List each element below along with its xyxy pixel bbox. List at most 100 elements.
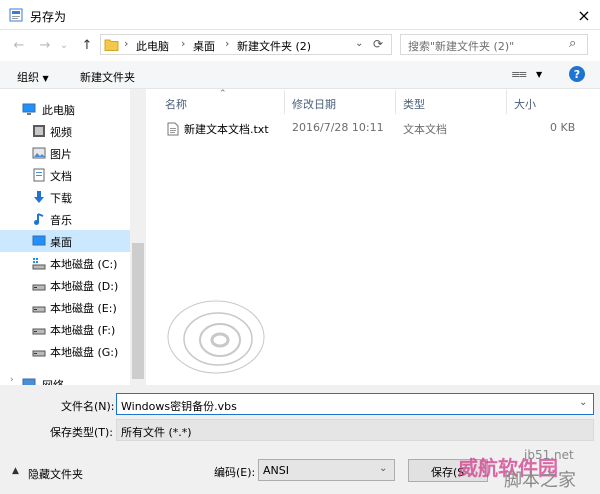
view-dropdown-icon[interactable]: ▼ (536, 70, 542, 79)
close-icon[interactable]: × (577, 6, 590, 25)
address-bar[interactable]: › 此电脑 › 桌面 › 新建文件夹 (2) ⌄ ⟳ (100, 34, 392, 55)
sort-ascending-icon: ⌃ (219, 89, 227, 99)
sidebar-item-label: 本地磁盘 (D:) (50, 280, 119, 293)
sidebar-item-music[interactable]: 音乐 (0, 208, 130, 230)
sidebar-item-desktop[interactable]: 桌面 (0, 230, 130, 252)
back-icon[interactable]: ← (10, 36, 28, 54)
chevron-right-icon[interactable]: › (181, 37, 185, 50)
site-watermark-url: jb51.net (524, 448, 574, 462)
window-title: 另存为 (30, 10, 67, 24)
search-placeholder[interactable]: 搜索"新建文件夹 (2)" (408, 38, 514, 54)
drive-icon (32, 350, 46, 357)
filename-input[interactable]: Windows密钥备份.vbs ⌄ (116, 393, 594, 415)
filetype-value[interactable]: 所有文件 (*.*) (121, 424, 192, 440)
sidebar-item-drive-d[interactable]: 本地磁盘 (D:) (0, 274, 130, 296)
breadcrumb-desktop[interactable]: 桌面 (193, 38, 215, 54)
sidebar-item-pictures[interactable]: 图片 (0, 142, 130, 164)
sidebar-item-documents[interactable]: 文档 (0, 164, 130, 186)
title-bar (0, 0, 600, 30)
sidebar-item-this-pc[interactable]: 此电脑 (0, 98, 130, 120)
column-header-type[interactable]: 类型 (403, 96, 425, 112)
sidebar-item-label: 本地磁盘 (C:) (50, 258, 118, 271)
save-dialog-icon (9, 8, 23, 22)
folder-icon (104, 39, 119, 51)
file-type: 文本文档 (403, 123, 447, 136)
sidebar-item-drive-c[interactable]: 本地磁盘 (C:) (0, 252, 130, 274)
drive-icon (32, 328, 46, 335)
encoding-label: 编码(E): (214, 466, 256, 479)
computer-icon (22, 103, 36, 115)
sidebar-item-label: 网络 (42, 377, 64, 385)
drive-icon (32, 306, 46, 313)
filetype-select[interactable]: 所有文件 (*.*) (116, 419, 594, 441)
column-header-name[interactable]: 名称 (165, 96, 187, 112)
chevron-right-icon[interactable]: › (225, 37, 229, 50)
breadcrumb-this-pc[interactable]: 此电脑 (136, 38, 169, 54)
sidebar-item-drive-g[interactable]: 本地磁盘 (G:) (0, 340, 130, 362)
sidebar-item-label: 下载 (50, 192, 72, 205)
sidebar-item-drive-e[interactable]: 本地磁盘 (E:) (0, 296, 130, 318)
new-folder-button[interactable]: 新建文件夹 (80, 69, 135, 85)
music-icon (34, 213, 44, 225)
file-modified: 2016/7/28 10:11 (292, 121, 384, 134)
sidebar-item-drive-f[interactable]: 本地磁盘 (F:) (0, 318, 130, 340)
help-icon[interactable]: ? (569, 66, 585, 82)
search-box[interactable]: 搜索"新建文件夹 (2)" ⌕ (400, 34, 588, 55)
sidebar-item-label: 本地磁盘 (E:) (50, 302, 117, 315)
column-divider[interactable] (395, 90, 396, 114)
encoding-value[interactable]: ANSI (263, 464, 289, 477)
download-icon (34, 191, 44, 203)
encoding-select[interactable]: ANSI ⌄ (258, 459, 395, 481)
filename-value[interactable]: Windows密钥备份.vbs (121, 398, 237, 414)
sidebar-item-network[interactable]: › 网络 (0, 373, 130, 385)
up-icon[interactable]: ↑ (78, 36, 96, 54)
caret-down-icon[interactable]: ▼ (43, 74, 49, 83)
sidebar-item-downloads[interactable]: 下载 (0, 186, 130, 208)
chevron-down-icon[interactable]: ⌄ (379, 463, 387, 474)
sidebar-item-label: 本地磁盘 (G:) (50, 346, 119, 359)
forward-icon[interactable]: → (36, 36, 54, 54)
filetype-label: 保存类型(T): (50, 426, 114, 439)
system-drive-icon (32, 258, 46, 270)
search-icon[interactable]: ⌕ (569, 36, 576, 51)
swirl-watermark (167, 300, 265, 374)
text-file-icon (167, 122, 179, 136)
breadcrumb-new-folder[interactable]: 新建文件夹 (2) (237, 38, 311, 54)
document-icon (33, 168, 45, 182)
site-watermark-name: 脚本之家 (504, 470, 576, 491)
sidebar-item-videos[interactable]: 视频 (0, 120, 130, 142)
chevron-down-icon[interactable]: ⌄ (579, 397, 587, 408)
filename-label: 文件名(N): (61, 400, 115, 413)
drive-icon (32, 284, 46, 291)
column-divider[interactable] (284, 90, 285, 114)
file-name[interactable]: 新建文本文档.txt (184, 121, 269, 137)
column-header-modified[interactable]: 修改日期 (292, 96, 336, 112)
video-icon (33, 125, 45, 137)
network-icon (22, 378, 36, 385)
sidebar-item-label: 桌面 (50, 236, 72, 249)
file-size: 0 KB (550, 121, 576, 134)
address-dropdown-icon[interactable]: ⌄ (355, 38, 363, 49)
sidebar-scrollbar-thumb[interactable] (132, 243, 144, 379)
organize-button[interactable]: 组织 ▼ (17, 69, 49, 85)
picture-icon (32, 147, 46, 159)
hide-folders-button[interactable]: 隐藏文件夹 (28, 466, 83, 482)
chevron-right-icon[interactable]: › (124, 37, 128, 50)
navigation-pane: 此电脑 视频 图片 文档 下载 音乐 桌面 本地磁盘 (C:) 本地磁盘 (D:… (0, 89, 146, 385)
sidebar-item-label: 图片 (50, 148, 72, 161)
column-header-size[interactable]: 大小 (514, 96, 536, 112)
recent-locations-icon[interactable]: ⌄ (58, 36, 70, 54)
caret-up-icon[interactable]: ▲ (12, 466, 19, 476)
view-options-icon[interactable]: ≡≡ (511, 68, 528, 81)
expand-icon[interactable]: › (10, 375, 14, 385)
column-divider[interactable] (506, 90, 507, 114)
refresh-icon[interactable]: ⟳ (373, 37, 383, 51)
sidebar-item-label: 本地磁盘 (F:) (50, 324, 116, 337)
desktop-icon (32, 235, 46, 246)
sidebar-item-label: 音乐 (50, 214, 72, 227)
sidebar-item-label: 此电脑 (42, 104, 75, 117)
sidebar-item-label: 视频 (50, 126, 72, 139)
organize-label[interactable]: 组织 (17, 71, 39, 84)
sidebar-item-label: 文档 (50, 170, 72, 183)
close-button[interactable]: × (568, 0, 600, 30)
